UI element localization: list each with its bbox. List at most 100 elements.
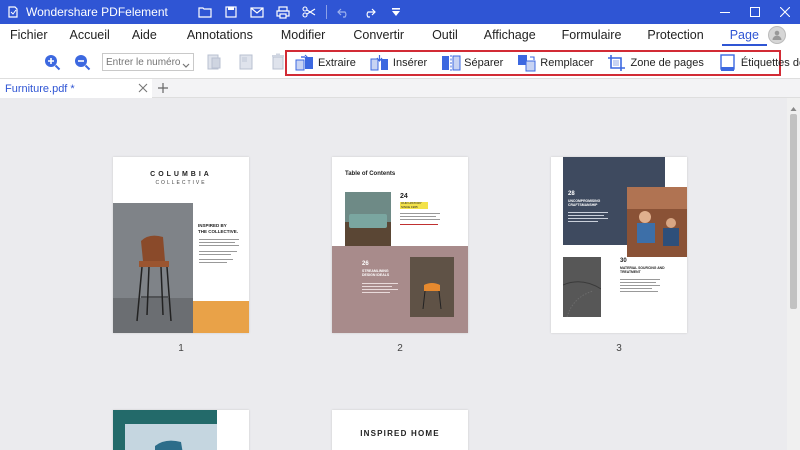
rotate-page-icon[interactable] [202,50,226,74]
menu-aide[interactable]: Aide [124,24,165,46]
leather-photo [562,257,602,318]
text-line [362,292,390,293]
page-thumbnail[interactable]: COLUMBIA COLLECTIVE INSPIRED BY THE COLL… [113,157,249,333]
text-line [400,213,440,214]
print-icon[interactable] [270,0,296,24]
text-line [620,279,660,280]
text-line [400,219,440,220]
replace-label: Remplacer [540,57,594,69]
document-tab-name: Furniture.pdf * [5,82,75,95]
menu-convertir[interactable]: Convertir [345,24,412,46]
sofa-photo [345,192,391,250]
zoom-out-icon[interactable] [70,50,94,74]
interior-photo [125,424,217,450]
scissors-icon[interactable] [296,0,322,24]
open-folder-icon[interactable] [192,0,218,24]
page-thumbnail[interactable]: INSPIRED HOME [332,410,468,450]
toc-entry-label: OUR HISTORY SINCE 1965 [400,201,428,209]
headline-line: THE COLLECTIVE. [198,228,239,234]
scrollbar-thumb[interactable] [790,114,797,309]
minimize-icon[interactable] [710,0,740,24]
crop-pages-button[interactable]: Zone de pages [607,52,704,74]
insert-button[interactable]: Insérer [370,52,427,74]
organize-page-icon[interactable] [234,50,258,74]
page-tools-group: Extraire Insérer Séparer Remplacer Zone … [285,50,800,76]
toolbar-separator [325,5,327,19]
section-number: 28 [568,191,575,197]
redo-icon[interactable] [357,0,383,24]
page-title: Table of Contents [345,171,396,177]
app-logo-icon [6,5,20,19]
orange-chair-photo [410,257,454,317]
page-headline: INSPIRED BY THE COLLECTIVE. [198,223,238,234]
insert-label: Insérer [392,57,428,69]
extract-button[interactable]: Extraire [295,52,356,74]
text-line [568,221,598,222]
maximize-icon[interactable] [740,0,770,24]
menu-fichier[interactable]: Fichier [2,24,56,46]
page-number-label: 2 [397,343,403,354]
orange-block [193,301,249,333]
app-title: Wondershare PDFelement [26,5,168,19]
text-line [568,218,608,219]
page-thumbnail[interactable]: Table of Contents 24 OUR HISTORY SINCE 1… [332,157,468,333]
text-line [362,289,398,290]
save-icon[interactable] [218,0,244,24]
text-line [199,242,235,243]
user-avatar[interactable] [768,26,786,44]
close-window-icon[interactable] [770,0,800,24]
text-line [199,262,227,263]
page-labels-button[interactable]: Étiquettes de page [718,52,800,74]
toc-entry-label: STREAMLINING DESIGN IDEALS [362,269,390,278]
text-line [620,285,660,286]
menu-protection[interactable]: Protection [639,24,711,46]
zoom-controls [40,50,290,74]
text-line [400,224,438,225]
document-tab[interactable]: Furniture.pdf * [0,79,152,98]
page-title: INSPIRED HOME [360,429,440,438]
split-button[interactable]: Séparer [441,52,503,74]
page-number-input[interactable] [106,56,180,68]
page-labels-icon [718,54,738,72]
menu-page[interactable]: Page [721,24,767,46]
menu-affichage[interactable]: Affichage [476,24,544,46]
menu-formulaire[interactable]: Formulaire [554,24,630,46]
menu-modifier[interactable]: Modifier [273,24,333,46]
chevron-down-icon[interactable] [182,58,190,72]
document-tab-bar: Furniture.pdf * [0,78,800,98]
insert-icon [370,54,390,72]
scroll-up-icon[interactable] [790,101,797,115]
section-number: 30 [620,258,627,264]
undo-icon[interactable] [331,0,357,24]
chair-photo [113,203,193,333]
zoom-in-icon[interactable] [40,50,64,74]
replace-button[interactable]: Remplacer [517,52,593,74]
email-icon[interactable] [244,0,270,24]
text-line [620,291,658,292]
add-tab-icon[interactable] [156,80,170,96]
customize-quick-access-icon[interactable] [383,0,409,24]
text-line [199,245,239,246]
toc-number: 24 [400,193,408,200]
text-line [199,259,233,260]
craftsmen-photo [627,187,687,257]
menu-annotations[interactable]: Annotations [179,24,261,46]
menu-outil[interactable]: Outil [424,24,466,46]
page-thumbnail[interactable] [113,410,249,450]
close-tab-icon[interactable] [138,82,148,96]
text-line [620,282,656,283]
menu-accueil[interactable]: Accueil [62,24,118,46]
crop-pages-icon [607,54,627,72]
window-controls [710,0,800,24]
title-bar: Wondershare PDFelement [0,0,800,24]
page-number-select[interactable] [102,53,194,71]
page-brand-title: COLUMBIA [150,171,212,178]
replace-icon [517,54,537,72]
text-line [362,283,398,284]
split-label: Séparer [464,57,504,69]
page-brand-subtitle: COLLECTIVE [155,180,207,186]
vertical-scrollbar[interactable] [787,98,800,450]
text-line [199,254,231,255]
page-number-label: 3 [616,343,622,354]
page-thumbnail[interactable]: 28 UNCOMPROMISING CRAFTSMANSHIP 30 MATER… [551,157,687,333]
